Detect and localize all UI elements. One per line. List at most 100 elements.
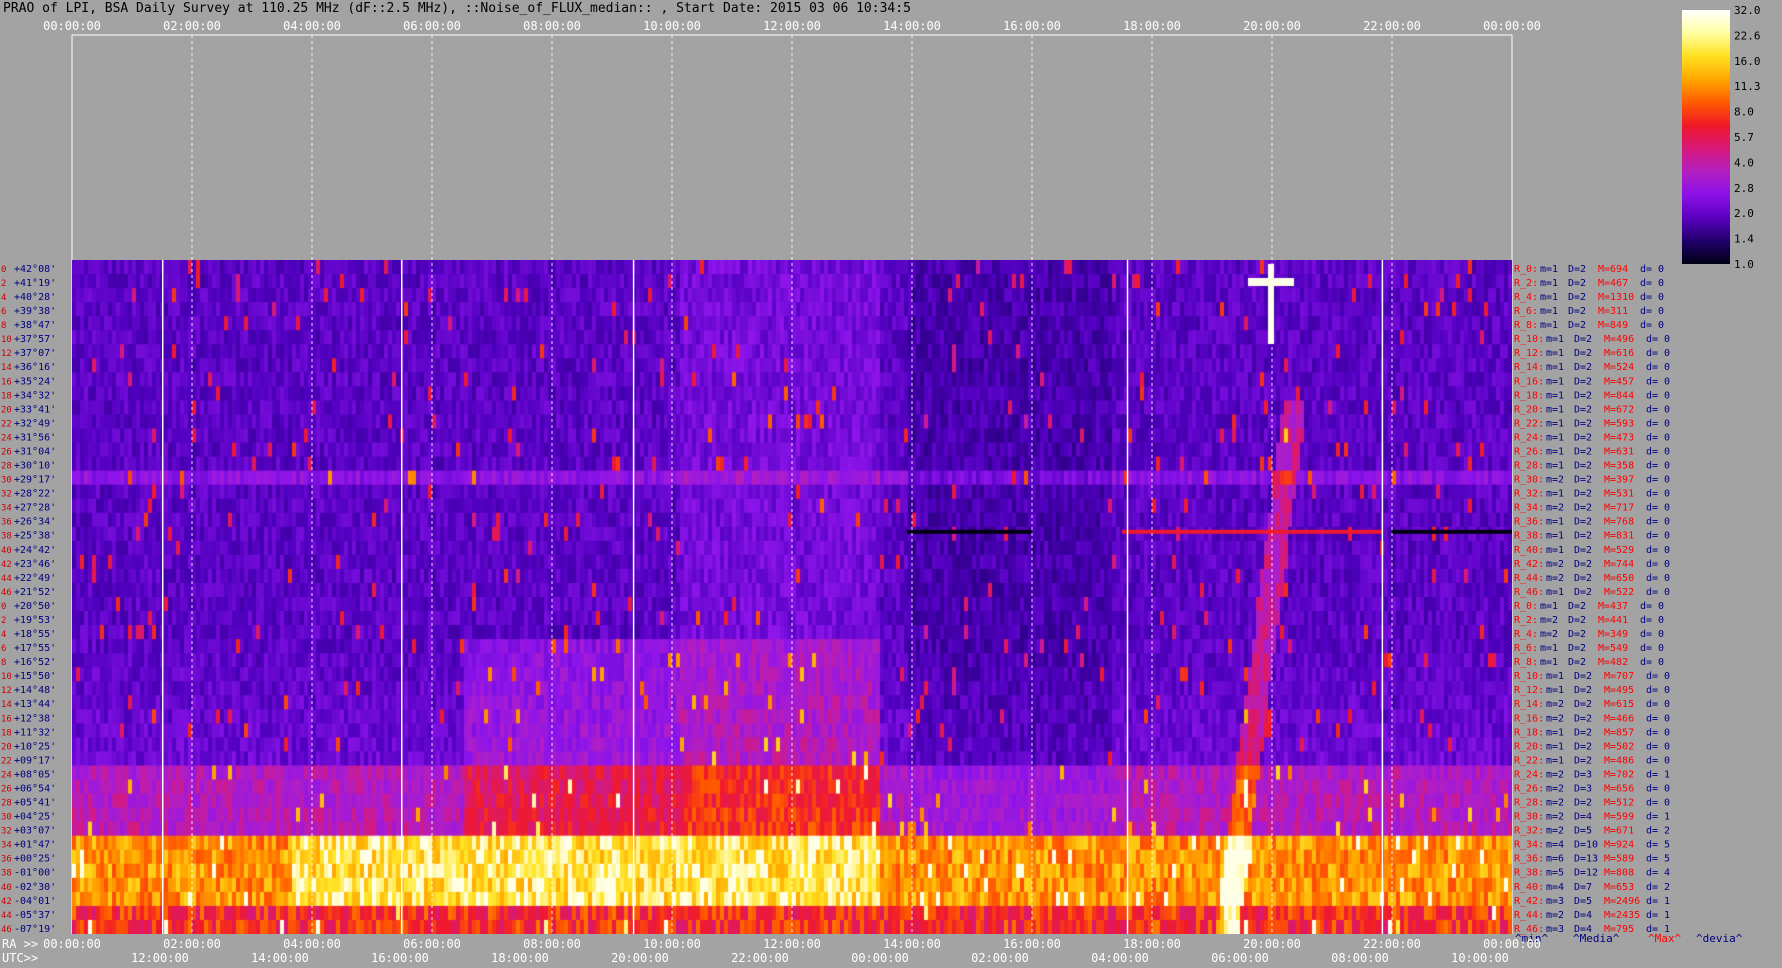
stat-row-label: R_30: [1514,812,1544,823]
colorbar-tick: 5.7 [1734,131,1754,144]
stat-deviation: d= 0 [1640,657,1664,668]
stat-max: M=650 [1604,573,1634,584]
row-index-label: 22 [1,756,12,766]
row-index-label: 20 [1,405,12,415]
stat-min: m=1 [1546,671,1564,682]
stat-max: M=457 [1604,376,1634,387]
stat-min: m=2 [1546,503,1564,514]
stat-median: D=2 [1574,418,1592,429]
row-dec-label: +05°41' [14,798,56,809]
stat-min: m=2 [1546,559,1564,570]
x-tick-utc: 12:00:00 [131,951,189,965]
row-dec-label: +10°25' [14,741,56,752]
stat-row-label: R_30: [1514,475,1544,486]
stat-median: D=7 [1574,882,1592,893]
x-tick-utc: 20:00:00 [611,951,669,965]
row-dec-label: +36°16' [14,362,56,373]
stat-min: m=1 [1546,390,1564,401]
stat-deviation: d= 0 [1646,755,1670,766]
utc-axis-label: UTC>> [2,951,38,965]
x-tick-utc: 00:00:00 [851,951,909,965]
stat-max: M=857 [1604,727,1634,738]
stat-max: M=1310 [1598,292,1634,303]
stat-max: M=466 [1604,713,1634,724]
stat-row-label: R_14: [1514,362,1544,373]
stat-min: m=5 [1546,868,1564,879]
row-index-label: 44 [1,574,12,584]
row-index-label: 46 [1,588,12,598]
stat-row-label: R_34: [1514,503,1544,514]
colorbar-tick: 2.8 [1734,182,1754,195]
stat-row-label: R_38: [1514,531,1544,542]
x-tick-ra: 02:00:00 [163,937,221,951]
row-index-label: 24 [1,770,12,780]
row-index-label: 42 [1,897,12,907]
stat-min: m=1 [1546,545,1564,556]
stat-min: m=3 [1546,896,1564,907]
stat-row-label: R_42: [1514,896,1544,907]
stat-row-label: R_4: [1514,292,1538,303]
stat-min: m=1 [1546,334,1564,345]
stat-max: M=656 [1604,783,1634,794]
stat-deviation: d= 5 [1646,840,1670,851]
row-dec-label: +00°25' [14,854,56,865]
stat-max: M=844 [1604,390,1634,401]
stat-row-label: R_20: [1514,741,1544,752]
row-index-label: 26 [1,447,12,457]
x-tick-utc: 04:00:00 [1091,951,1149,965]
stat-median: D=2 [1568,657,1586,668]
row-dec-label: +29°17' [14,475,56,486]
stat-deviation: d= 0 [1646,741,1670,752]
stat-row-label: R_26: [1514,446,1544,457]
stat-median: D=2 [1568,629,1586,640]
row-index-label: 20 [1,742,12,752]
stat-deviation: d= 0 [1640,601,1664,612]
row-dec-label: +24°42' [14,545,56,556]
row-dec-label: -04°01' [14,896,56,907]
stat-deviation: d= 0 [1646,671,1670,682]
row-index-label: 30 [1,813,12,823]
stat-row-label: R_2: [1514,278,1538,289]
stat-deviation: d= 0 [1646,390,1670,401]
row-dec-label: +33°41' [14,404,56,415]
x-tick-ra: 14:00:00 [883,937,941,951]
stat-max: M=2496 [1604,896,1640,907]
stat-max: M=522 [1604,587,1634,598]
row-dec-label: +31°04' [14,446,56,457]
colorbar-tick: 22.6 [1734,29,1761,42]
row-index-label: 46 [1,925,12,935]
row-dec-label: +18°55' [14,629,56,640]
stat-median: D=2 [1574,348,1592,359]
row-index-label: 4 [1,293,6,303]
x-tick-ra: 08:00:00 [523,937,581,951]
colorbar-tick: 2.0 [1734,207,1754,220]
stat-min: m=1 [1546,727,1564,738]
stat-median: D=2 [1574,741,1592,752]
row-dec-label: -05°37' [14,910,56,921]
stat-deviation: d= 0 [1646,531,1670,542]
stat-max: M=311 [1598,306,1628,317]
x-tick-top: 20:00:00 [1243,19,1301,33]
stat-deviation: d= 0 [1646,587,1670,598]
stat-min: m=2 [1540,615,1558,626]
stat-min: m=1 [1540,264,1558,275]
row-index-label: 14 [1,700,12,710]
stat-deviation: d= 2 [1646,882,1670,893]
row-dec-label: -07°19' [14,924,56,935]
stat-min: m=1 [1546,517,1564,528]
row-index-label: 36 [1,518,12,528]
stat-row-label: R_36: [1514,854,1544,865]
row-index-label: 40 [1,883,12,893]
legend-max: ^Max^ [1648,932,1681,945]
stat-row-label: R_4: [1514,629,1538,640]
stat-deviation: d= 1 [1646,896,1670,907]
stat-median: D=4 [1574,812,1592,823]
row-index-label: 26 [1,784,12,794]
x-tick-top: 04:00:00 [283,19,341,33]
stat-row-label: R_42: [1514,559,1544,570]
stat-median: D=2 [1574,446,1592,457]
stat-max: M=482 [1598,657,1628,668]
stat-max: M=744 [1604,559,1634,570]
x-tick-utc: 14:00:00 [251,951,309,965]
stat-min: m=1 [1546,418,1564,429]
